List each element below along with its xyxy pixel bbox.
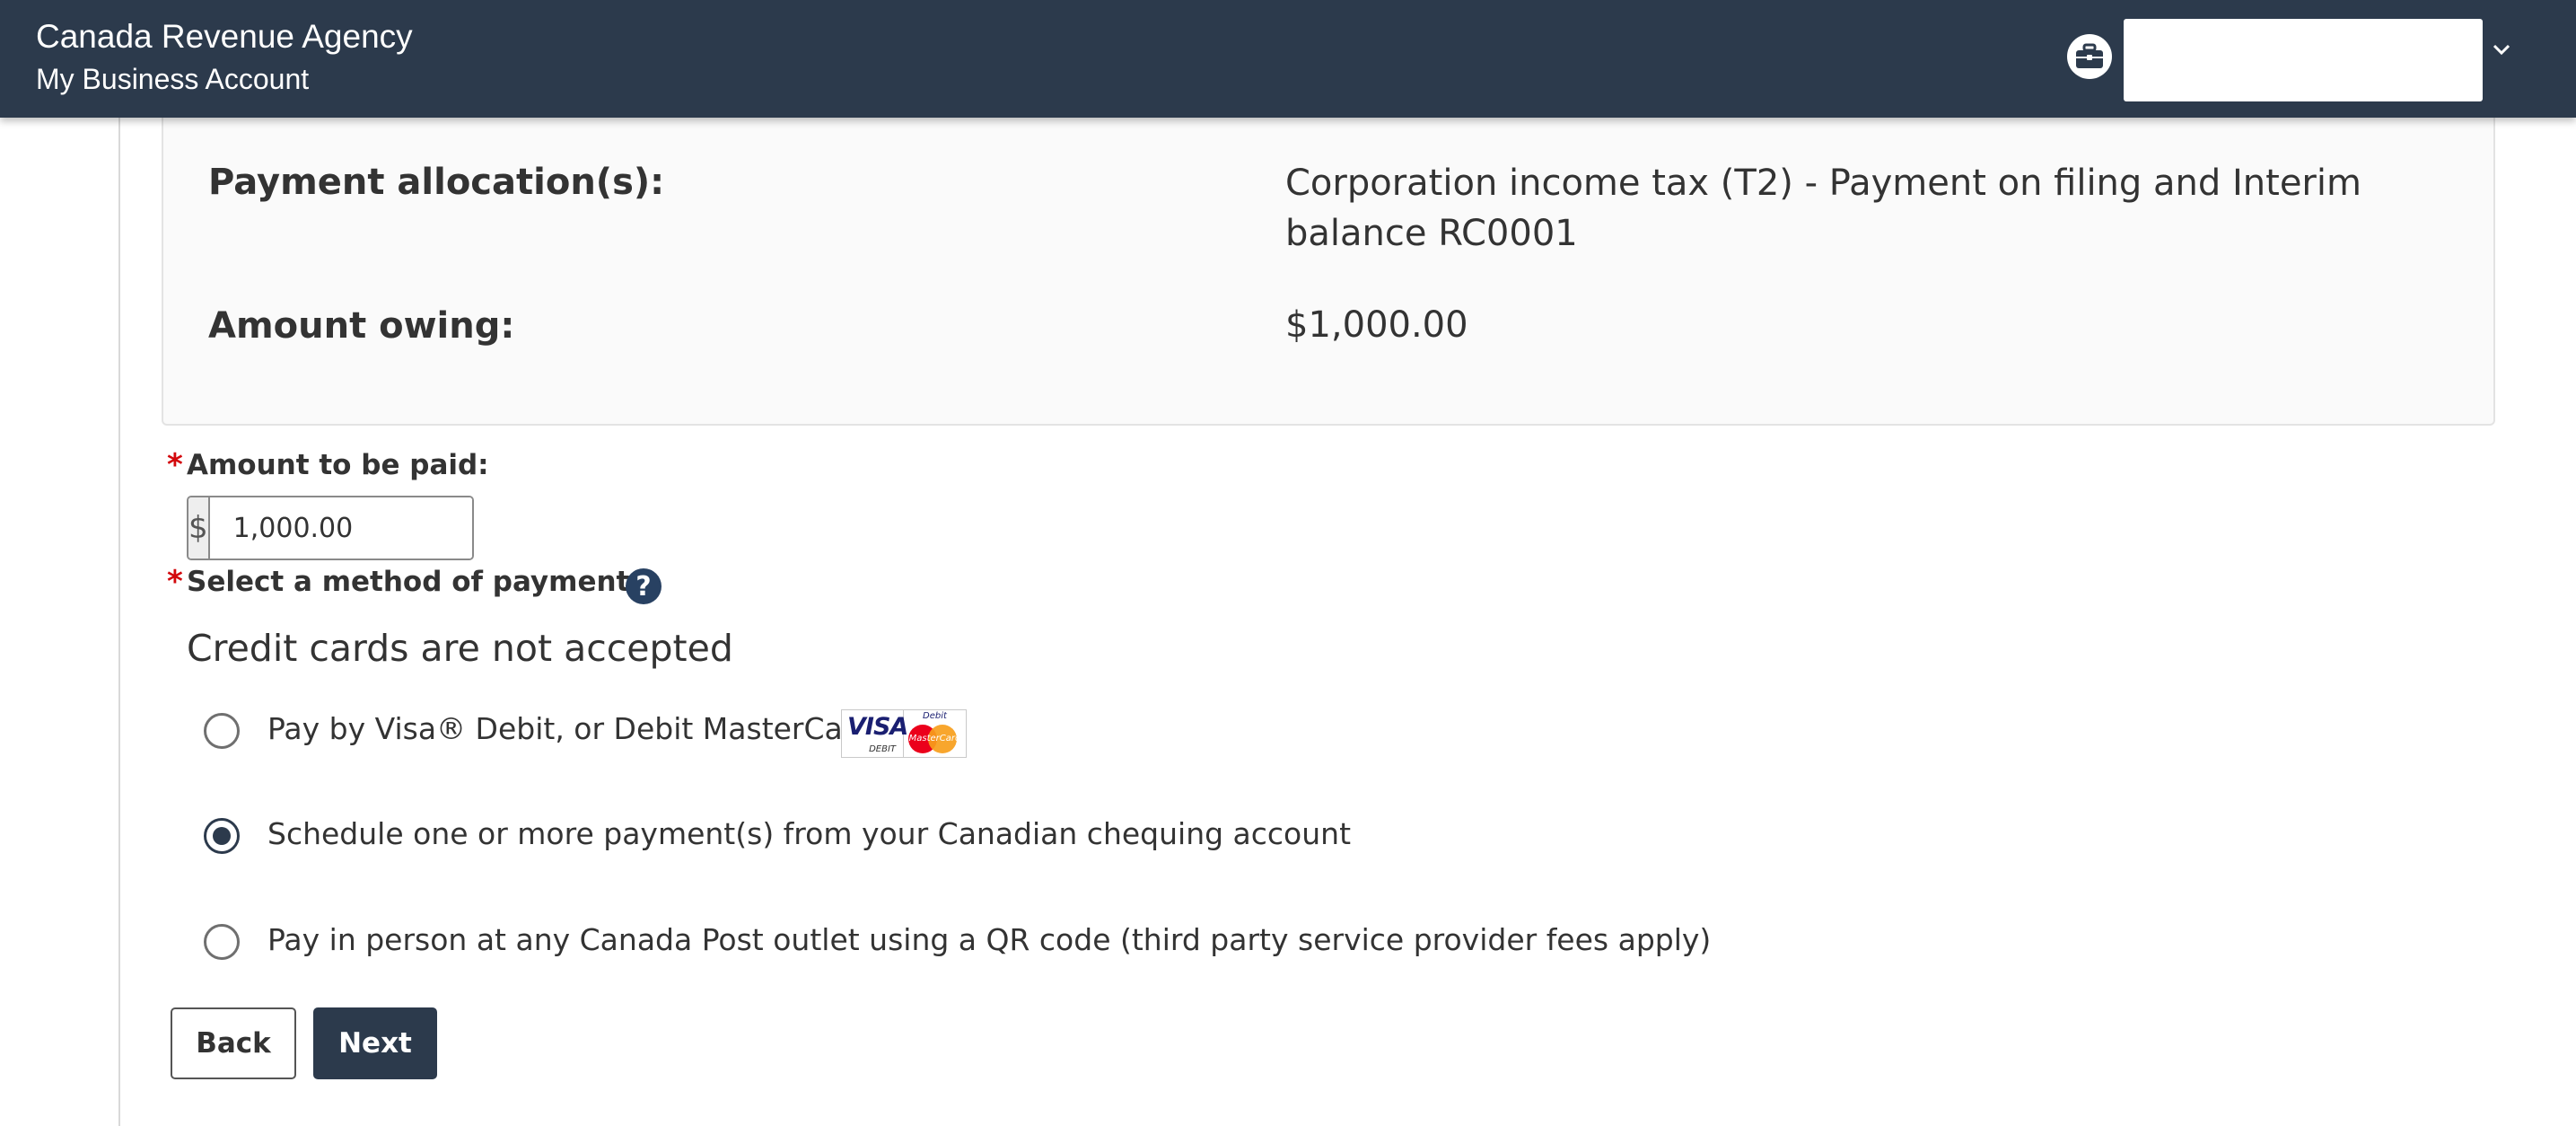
radio-chequing-account[interactable]: [204, 818, 240, 854]
allocation-label: Payment allocation(s):: [208, 162, 665, 203]
radio-canada-post[interactable]: [204, 924, 240, 960]
mc-logo-top: Debit: [923, 711, 947, 721]
credit-card-notice: Credit cards are not accepted: [187, 627, 733, 670]
chevron-down-icon[interactable]: [2488, 36, 2515, 63]
amount-owing-value: $1,000.00: [1285, 304, 1468, 346]
question-mark-icon[interactable]: ?: [626, 568, 662, 604]
allocation-value: Corporation income tax (T2) - Payment on…: [1285, 163, 2361, 254]
option-visa-debit-label[interactable]: Pay by Visa® Debit, or Debit MasterCard®: [267, 711, 903, 746]
amount-input-group: $: [187, 496, 474, 560]
content-left-border: [118, 118, 120, 1126]
amount-input[interactable]: [209, 497, 472, 559]
required-marker: *: [167, 447, 183, 483]
back-button[interactable]: Back: [171, 1007, 296, 1079]
option-chequing-label[interactable]: Schedule one or more payment(s) from you…: [267, 816, 1351, 851]
visa-logo-text: VISA: [847, 713, 908, 741]
payment-summary-card: Payment allocation(s): Corporation incom…: [162, 108, 2495, 426]
account-selector[interactable]: [2124, 19, 2483, 101]
agency-name[interactable]: Canada Revenue Agency: [36, 18, 413, 56]
briefcase-icon-svg: [2076, 43, 2103, 68]
radio-visa-debit[interactable]: [204, 713, 240, 749]
debit-mastercard-logo: Debit MasterCard: [904, 710, 966, 757]
account-name[interactable]: My Business Account: [36, 63, 309, 96]
debit-card-logos: VISA DEBIT Debit MasterCard: [841, 709, 967, 758]
top-header-bar: Canada Revenue Agency My Business Accoun…: [0, 0, 2576, 118]
next-button[interactable]: Next: [313, 1007, 437, 1079]
briefcase-icon[interactable]: [2067, 34, 2112, 79]
amount-to-pay-label: Amount to be paid:: [187, 449, 489, 481]
amount-owing-label: Amount owing:: [208, 305, 515, 347]
mc-logo-text: MasterCard: [908, 734, 961, 743]
payment-method-label: Select a method of payment:: [187, 566, 641, 598]
option-canada-post-label[interactable]: Pay in person at any Canada Post outlet …: [267, 922, 1711, 957]
required-marker: *: [167, 564, 183, 600]
visa-debit-logo: VISA DEBIT: [842, 710, 908, 757]
visa-logo-sub: DEBIT: [869, 744, 896, 754]
currency-prefix: $: [188, 497, 210, 559]
